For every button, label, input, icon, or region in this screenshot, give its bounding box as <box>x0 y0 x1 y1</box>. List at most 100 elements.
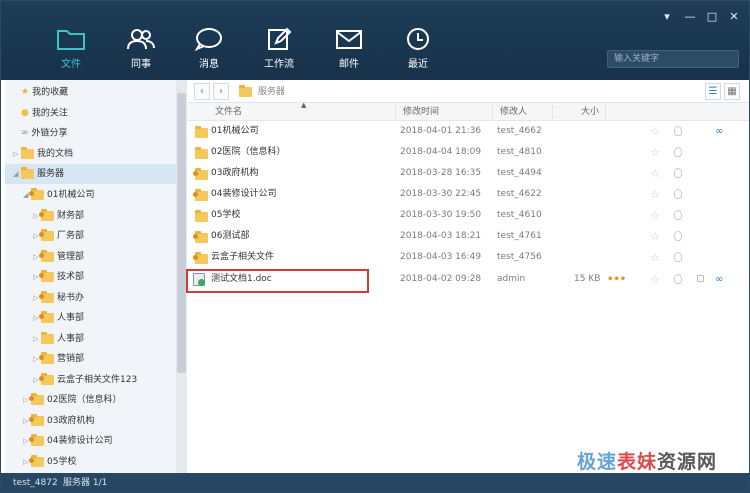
sidebar-item[interactable]: ∞ 外链分享 <box>5 123 68 143</box>
folder-icon <box>21 146 34 159</box>
shared-folder-icon <box>39 372 54 385</box>
nav-messages-label: 消息 <box>199 59 219 70</box>
highlight-box <box>186 269 369 293</box>
favorite-star-icon[interactable]: ☆ <box>650 147 660 158</box>
file-name: 云盒子相关文件 <box>211 252 275 262</box>
follow-bulb-icon[interactable] <box>674 252 682 262</box>
shared-folder-icon <box>29 187 44 200</box>
sidebar-item[interactable]: ▷ 人事部 <box>5 308 84 328</box>
nav-recent[interactable]: 最近 <box>388 27 448 70</box>
sidebar-item[interactable]: ● 我的关注 <box>5 103 68 123</box>
column-modified[interactable]: 修改时间 <box>397 103 439 121</box>
favorite-star-icon[interactable]: ☆ <box>650 210 660 221</box>
status-user: test_4872 <box>13 478 58 488</box>
lock-icon[interactable] <box>697 275 704 282</box>
maximize-button[interactable]: □ <box>706 11 718 23</box>
external-link-icon[interactable]: ∞ <box>715 275 723 285</box>
dropdown-menu-icon[interactable]: ▾ <box>661 11 673 23</box>
workflow-icon <box>268 27 292 50</box>
sidebar-item[interactable]: ▷ 管理部 <box>5 247 84 267</box>
favorite-star-icon[interactable]: ☆ <box>650 274 660 285</box>
file-modifier: admin <box>497 274 526 284</box>
file-row[interactable]: 05学校 2018-03-30 19:50 test_4610 ☆ <box>187 205 749 226</box>
sidebar-item[interactable]: ◢ 01机械公司 <box>5 185 94 205</box>
nav-messages[interactable]: 消息 <box>179 27 239 70</box>
expand-arrow-icon[interactable]: ▷ <box>13 144 21 164</box>
sidebar-item[interactable]: ◢ 服务器 <box>5 164 179 184</box>
file-name: 01机械公司 <box>211 126 259 136</box>
file-row[interactable]: 04装修设计公司 2018-03-30 22:45 test_4622 ☆ <box>187 184 749 205</box>
favorite-star-icon[interactable]: ☆ <box>650 252 660 263</box>
follow-bulb-icon[interactable] <box>674 274 682 284</box>
follow-bulb-icon[interactable] <box>674 231 682 241</box>
nav-workflow[interactable]: 工作流 <box>249 27 309 70</box>
sidebar-item[interactable]: ▷ 02医院（信息科） <box>5 390 121 410</box>
sidebar-item[interactable]: ▷ 营销部 <box>5 349 84 369</box>
folder-icon <box>239 85 252 97</box>
shared-folder-icon <box>29 413 44 426</box>
external-link-icon[interactable]: ∞ <box>715 127 723 137</box>
folder-icon <box>195 210 208 222</box>
follow-bulb-icon[interactable] <box>674 189 682 199</box>
status-bar: test_4872 服务器 1/1 <box>1 473 749 492</box>
column-name[interactable]: 文件名 <box>209 103 242 121</box>
list-view-button[interactable]: ☰ <box>705 83 721 100</box>
forward-button[interactable]: › <box>213 83 229 100</box>
file-name: 04装修设计公司 <box>211 189 277 199</box>
sidebar-item-label: 我的文档 <box>37 149 74 159</box>
back-button[interactable]: ‹ <box>194 83 210 100</box>
expand-arrow-icon[interactable]: ▷ <box>33 329 41 349</box>
follow-bulb-icon[interactable] <box>674 168 682 178</box>
nav-mail[interactable]: 邮件 <box>319 27 379 70</box>
sidebar-item[interactable]: ▷ 人事部 <box>5 329 84 349</box>
column-modifier[interactable]: 修改人 <box>494 103 527 121</box>
sidebar-scrollbar-thumb[interactable] <box>177 93 186 373</box>
file-row[interactable]: 03政府机构 2018-03-28 16:35 test_4494 ☆ <box>187 163 749 184</box>
more-options-icon[interactable]: ••• <box>607 269 626 290</box>
shared-folder-icon <box>29 392 44 405</box>
sidebar-item[interactable]: ▷ 03政府机构 <box>5 411 94 431</box>
folder-icon <box>57 30 85 50</box>
nav-files[interactable]: 文件 <box>41 27 101 70</box>
column-size[interactable]: 大小 <box>575 103 599 121</box>
favorite-star-icon[interactable]: ☆ <box>650 168 660 179</box>
sidebar-item[interactable]: ▷ 秘书办 <box>5 288 84 308</box>
sidebar-item[interactable]: ▷ 我的文档 <box>5 144 73 164</box>
grid-view-button[interactable]: ▦ <box>724 83 740 100</box>
sidebar-item[interactable]: ▷ 05学校 <box>5 452 76 472</box>
folder-icon <box>195 126 208 138</box>
favorite-star-icon[interactable]: ☆ <box>650 189 660 200</box>
nav-recent-label: 最近 <box>408 59 428 70</box>
sidebar-item[interactable]: ★ 我的收藏 <box>5 82 68 102</box>
file-row[interactable]: 云盒子相关文件 2018-04-03 16:49 test_4756 ☆ <box>187 247 749 268</box>
shared-folder-icon <box>193 231 208 243</box>
file-toolbar: ‹ › 服务器 ☰ ▦ <box>187 80 749 103</box>
follow-bulb-icon[interactable] <box>674 210 682 220</box>
close-button[interactable]: ✕ <box>728 11 740 23</box>
minimize-button[interactable]: — <box>684 11 696 23</box>
shared-folder-icon <box>39 290 54 303</box>
file-row[interactable]: 02医院（信息科） 2018-04-04 18:09 test_4810 ☆ <box>187 142 749 163</box>
sidebar: ★ 我的收藏 ● 我的关注 ∞ 外链分享 ▷ 我的文档 ◢ 服务器 ◢ 01机械公司 ▷ 财务部 ▷ 厂务部 ▷… <box>5 80 187 473</box>
expand-arrow-icon[interactable]: ◢ <box>13 164 21 184</box>
search-input[interactable]: 输入关键字 <box>607 50 739 68</box>
file-row[interactable]: 01机械公司 2018-04-01 21:36 test_4662 ☆ ∞ <box>187 121 749 142</box>
breadcrumb[interactable]: 服务器 <box>258 85 285 99</box>
favorite-star-icon[interactable]: ☆ <box>650 231 660 242</box>
shared-folder-icon <box>29 454 44 467</box>
follow-bulb-icon[interactable] <box>674 147 682 157</box>
follow-bulb-icon[interactable] <box>674 126 682 136</box>
file-modified-time: 2018-03-30 22:45 <box>400 189 482 199</box>
sidebar-item[interactable]: ▷ 厂务部 <box>5 226 84 246</box>
shared-folder-icon <box>39 269 54 282</box>
sidebar-item[interactable]: ▷ 云盒子相关文件123 <box>5 370 137 390</box>
sidebar-item[interactable]: ▷ 财务部 <box>5 206 84 226</box>
sidebar-item[interactable]: ▷ 04装修设计公司 <box>5 431 112 451</box>
sidebar-item-label: 服务器 <box>37 169 65 179</box>
nav-colleagues[interactable]: 同事 <box>111 27 171 70</box>
watermark-part: 资源网 <box>657 451 718 473</box>
favorite-star-icon[interactable]: ☆ <box>650 126 660 137</box>
sidebar-item[interactable]: ▷ 技术部 <box>5 267 84 287</box>
sidebar-item-label: 04装修设计公司 <box>47 436 113 446</box>
file-row[interactable]: 06测试部 2018-04-03 18:21 test_4761 ☆ <box>187 226 749 247</box>
